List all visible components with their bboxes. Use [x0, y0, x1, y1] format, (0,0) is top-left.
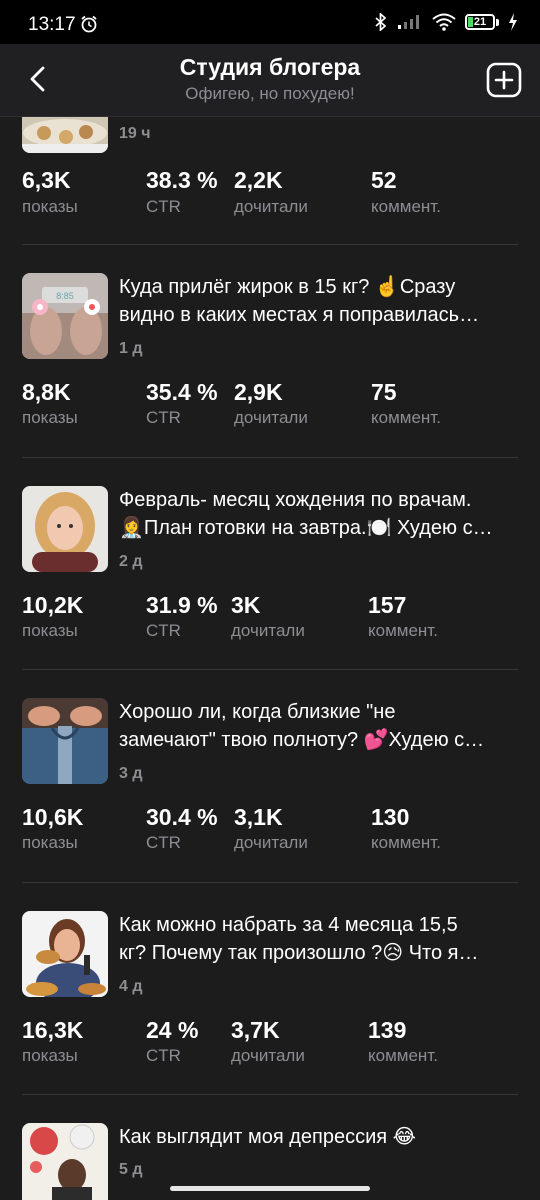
ctr-label: CTR — [146, 1046, 181, 1065]
post-thumbnail: 8:85 — [22, 273, 108, 359]
ctr-label: CTR — [146, 621, 181, 640]
post-title-line2: кг? Почему так произошло ?😥 Что я… — [119, 942, 479, 964]
battery-indicator: 21 — [465, 14, 499, 30]
list-item[interactable]: Хорошо ли, когда близкие "не замечают" т… — [22, 698, 518, 876]
ctr-label: CTR — [146, 197, 181, 216]
svg-text:8:85: 8:85 — [56, 291, 74, 301]
post-thumbnail — [22, 486, 108, 572]
list-item[interactable]: 8:85 Куда прилёг жирок в 15 кг? ☝️Сразу … — [22, 273, 518, 451]
comments-label: коммент. — [368, 621, 438, 640]
divider — [22, 457, 518, 458]
post-title: Хорошо ли, когда близкие "не — [119, 701, 396, 723]
post-thumbnail — [22, 698, 108, 784]
comments-value: 75 — [371, 379, 397, 405]
reads-value: 3,1K — [234, 804, 283, 830]
post-thumbnail — [22, 1123, 108, 1200]
ctr-value: 31.9 % — [146, 592, 218, 618]
post-thumbnail — [22, 911, 108, 997]
post-title-line2: 👩‍⚕️План готовки на завтра.🍽️ Худею с… — [119, 517, 493, 539]
comments-value: 52 — [371, 167, 397, 193]
divider — [22, 1094, 518, 1095]
reads-value: 2,2K — [234, 167, 283, 193]
post-title: Куда прилёг жирок в 15 кг? ☝️Сразу — [119, 276, 456, 298]
post-time: 2 д — [119, 553, 143, 570]
post-thumbnail — [22, 117, 108, 153]
ctr-value: 38.3 % — [146, 167, 218, 193]
views-value: 16,3K — [22, 1017, 84, 1043]
reads-label: дочитали — [231, 621, 305, 640]
divider — [22, 882, 518, 883]
views-value: 6,3K — [22, 167, 71, 193]
list-item[interactable]: Февраль- месяц хождения по врачам. 👩‍⚕️П… — [22, 486, 518, 664]
post-time: 5 д — [119, 1161, 143, 1178]
posts-list: 19 ч 6,3K 38.3 % 2,2K 52 показы CTR дочи… — [0, 117, 540, 1200]
views-value: 10,2K — [22, 592, 84, 618]
add-square-icon[interactable] — [486, 62, 522, 98]
views-label: показы — [22, 408, 78, 427]
views-label: показы — [22, 1046, 78, 1065]
post-time: 3 д — [119, 765, 143, 782]
divider — [22, 244, 518, 245]
list-item[interactable]: 19 ч 6,3K 38.3 % 2,2K 52 показы CTR дочи… — [22, 117, 518, 244]
post-title: Как можно набрать за 4 месяца 15,5 — [119, 914, 458, 936]
comments-label: коммент. — [371, 408, 441, 427]
battery-level: 21 — [473, 16, 487, 28]
reads-value: 3K — [231, 592, 261, 618]
post-time: 1 д — [119, 340, 143, 357]
ctr-label: CTR — [146, 408, 181, 427]
list-item[interactable]: Как можно набрать за 4 месяца 15,5 кг? П… — [22, 911, 518, 1089]
header: Студия блогера Офигею, но похудею! — [0, 44, 540, 117]
home-indicator[interactable] — [170, 1186, 370, 1191]
comments-value: 157 — [368, 592, 407, 618]
reads-value: 2,9K — [234, 379, 283, 405]
post-title: Февраль- месяц хождения по врачам. — [119, 489, 472, 511]
ctr-value: 35.4 % — [146, 379, 218, 405]
views-label: показы — [22, 833, 78, 852]
divider — [22, 669, 518, 670]
reads-label: дочитали — [234, 833, 308, 852]
reads-value: 3,7K — [231, 1017, 280, 1043]
views-label: показы — [22, 621, 78, 640]
alarm-icon — [81, 15, 97, 33]
bluetooth-icon — [375, 13, 387, 31]
post-title-line2: замечают" твою полноту? 💕Худею с… — [119, 729, 485, 751]
post-title: Как выглядит моя депрессия 😂 — [119, 1126, 417, 1148]
post-title-line2: видно в каких местах я поправилась… — [119, 304, 480, 326]
comments-value: 139 — [368, 1017, 407, 1043]
reads-label: дочитали — [234, 408, 308, 427]
ctr-value: 24 % — [146, 1017, 199, 1043]
comments-label: коммент. — [371, 833, 441, 852]
page-title: Студия блогера — [179, 54, 361, 80]
post-time: 4 д — [119, 978, 143, 995]
wifi-icon — [432, 13, 456, 31]
page-subtitle: Офигею, но похудею! — [185, 84, 355, 103]
views-value: 10,6K — [22, 804, 84, 830]
post-time: 19 ч — [119, 125, 151, 142]
reads-label: дочитали — [231, 1046, 305, 1065]
status-bar: 13:17 21 — [0, 0, 540, 44]
ctr-value: 30.4 % — [146, 804, 218, 830]
views-label: показы — [22, 197, 78, 216]
status-time: 13:17 — [28, 14, 76, 35]
reads-label: дочитали — [234, 197, 308, 216]
signal-icon — [398, 15, 419, 29]
ctr-label: CTR — [146, 833, 181, 852]
comments-value: 130 — [371, 804, 410, 830]
comments-label: коммент. — [371, 197, 441, 216]
charging-icon — [509, 13, 517, 31]
views-value: 8,8K — [22, 379, 71, 405]
comments-label: коммент. — [368, 1046, 438, 1065]
